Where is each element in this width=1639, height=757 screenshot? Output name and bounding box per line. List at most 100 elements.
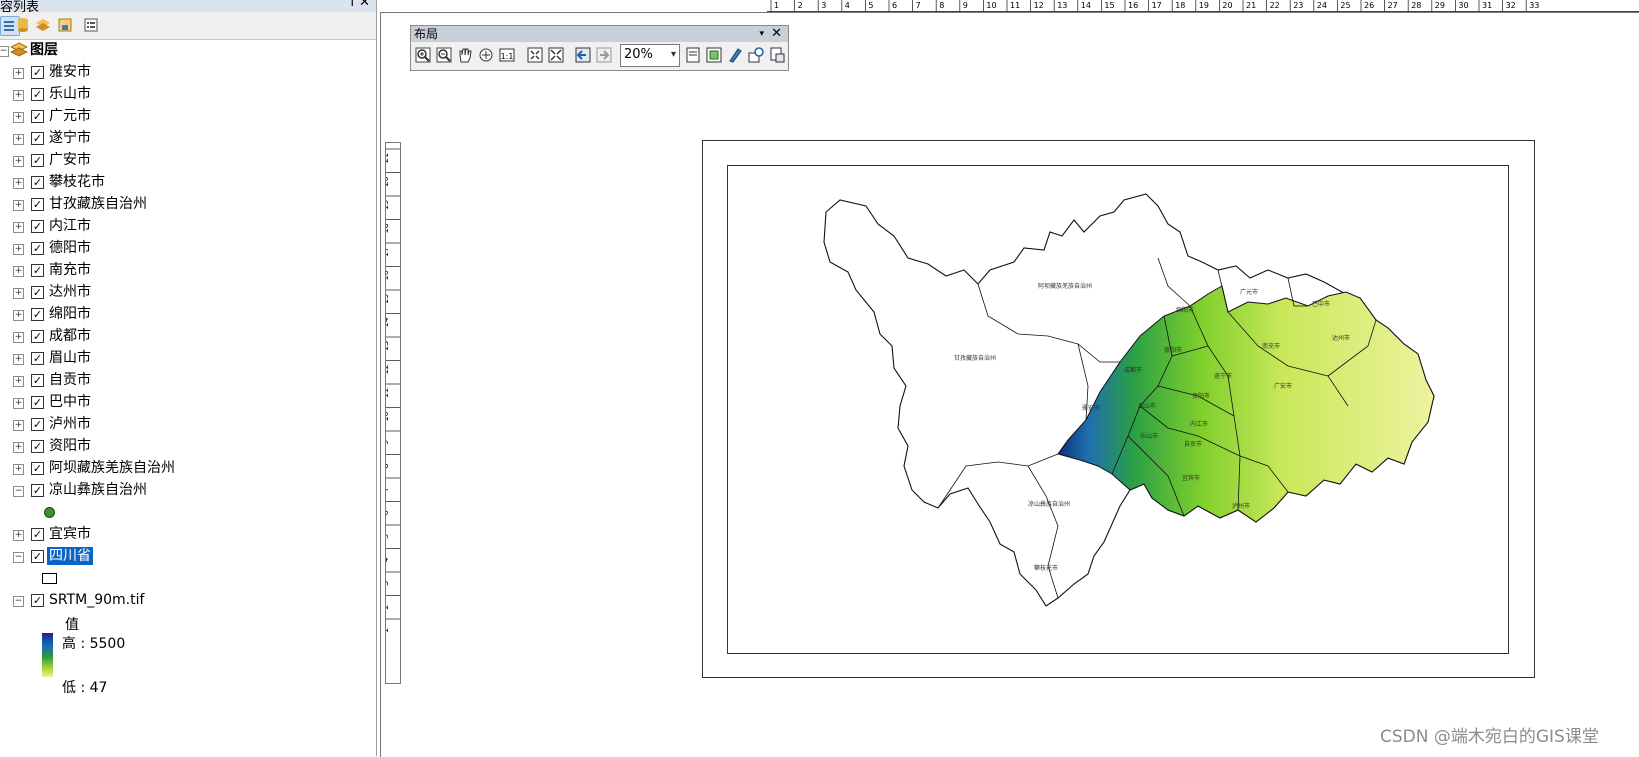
list-by-visibility-button[interactable]: [34, 16, 52, 34]
layer-visibility-checkbox[interactable]: ✓: [31, 374, 44, 387]
layer-label[interactable]: 四川省: [47, 547, 93, 565]
layer-visibility-checkbox[interactable]: ✓: [31, 550, 44, 563]
toolbar-menu-icon[interactable]: ▾: [759, 26, 764, 42]
layer-row[interactable]: + ✓ 广元市: [0, 106, 370, 128]
layer-visibility-checkbox[interactable]: ✓: [31, 242, 44, 255]
layer-row[interactable]: + ✓ 眉山市: [0, 348, 370, 370]
layer-row[interactable]: + ✓ 宜宾市: [0, 524, 370, 546]
expand-icon[interactable]: +: [13, 354, 24, 365]
layer-row[interactable]: + ✓ 内江市: [0, 216, 370, 238]
layer-visibility-checkbox[interactable]: ✓: [31, 154, 44, 167]
zoom-out-icon[interactable]: [435, 46, 453, 64]
layout-view[interactable]: 1 2 3 4 5 6 7 8 9 10 11 12 13 14 15 16 17 18 19 20 21 22 23 24 2…: [377, 0, 1639, 757]
layer-visibility-checkbox[interactable]: ✓: [31, 132, 44, 145]
layer-row[interactable]: + ✓ 遂宁市: [0, 128, 370, 150]
layer-row[interactable]: + ✓ 雅安市: [0, 62, 370, 84]
expand-icon[interactable]: +: [13, 420, 24, 431]
layer-label[interactable]: 内江市: [49, 217, 91, 235]
pan-icon[interactable]: [456, 46, 474, 64]
zoom-whole-page-icon[interactable]: [477, 46, 495, 64]
collapse-icon[interactable]: −: [13, 596, 24, 607]
fixed-zoom-in-icon[interactable]: [526, 46, 544, 64]
layer-row[interactable]: + ✓ 德阳市: [0, 238, 370, 260]
layer-row[interactable]: + ✓ 广安市: [0, 150, 370, 172]
toggle-draft-mode-icon[interactable]: [684, 46, 702, 64]
collapse-icon[interactable]: −: [13, 552, 24, 563]
pin-icon[interactable]: ꟾ: [350, 0, 354, 9]
layer-visibility-checkbox[interactable]: ✓: [31, 286, 44, 299]
expand-icon[interactable]: +: [13, 376, 24, 387]
layer-visibility-checkbox[interactable]: ✓: [31, 264, 44, 277]
zoom-in-icon[interactable]: [414, 46, 432, 64]
expand-icon[interactable]: +: [13, 112, 24, 123]
layer-visibility-checkbox[interactable]: ✓: [31, 308, 44, 321]
layer-row[interactable]: + ✓ 乐山市: [0, 84, 370, 106]
layer-row[interactable]: + ✓ 自贡市: [0, 370, 370, 392]
expand-icon[interactable]: +: [13, 398, 24, 409]
close-icon[interactable]: ✕: [359, 0, 370, 10]
layer-label[interactable]: 资阳市: [49, 437, 91, 455]
expand-icon[interactable]: +: [13, 68, 24, 79]
expand-icon[interactable]: +: [13, 200, 24, 211]
layer-label[interactable]: 宜宾市: [49, 525, 91, 543]
expand-icon[interactable]: +: [13, 222, 24, 233]
layer-label[interactable]: 眉山市: [49, 349, 91, 367]
expand-icon[interactable]: +: [13, 442, 24, 453]
layout-page[interactable]: 阿坝藏族羌族自治州 甘孜藏族自治州 凉山彝族自治州 攀枝花市 广元市 巴中市 绵…: [702, 140, 1535, 678]
layer-row[interactable]: + ✓ 成都市: [0, 326, 370, 348]
layer-visibility-checkbox[interactable]: ✓: [31, 418, 44, 431]
print-preview-icon[interactable]: [768, 46, 786, 64]
expand-icon[interactable]: +: [13, 244, 24, 255]
layer-row[interactable]: + ✓ 攀枝花市: [0, 172, 370, 194]
layer-label[interactable]: 泸州市: [49, 415, 91, 433]
list-by-selection-button[interactable]: [56, 16, 74, 34]
layer-label[interactable]: 绵阳市: [49, 305, 91, 323]
layer-label[interactable]: 南充市: [49, 261, 91, 279]
expand-icon[interactable]: +: [13, 178, 24, 189]
layer-visibility-checkbox[interactable]: ✓: [31, 528, 44, 541]
expand-icon[interactable]: +: [13, 530, 24, 541]
data-frame[interactable]: 阿坝藏族羌族自治州 甘孜藏族自治州 凉山彝族自治州 攀枝花市 广元市 巴中市 绵…: [727, 165, 1509, 654]
layer-row[interactable]: + ✓ 资阳市: [0, 436, 370, 458]
layer-visibility-checkbox[interactable]: ✓: [31, 330, 44, 343]
zoom-100-percent-icon[interactable]: 1:1: [498, 46, 516, 64]
layer-label[interactable]: 遂宁市: [49, 129, 91, 147]
layer-label[interactable]: 广元市: [49, 107, 91, 125]
expand-icon[interactable]: +: [13, 332, 24, 343]
chevron-down-icon[interactable]: ▾: [671, 46, 676, 64]
layer-row[interactable]: + ✓ 巴中市: [0, 392, 370, 414]
layer-label[interactable]: SRTM_90m.tif: [49, 591, 144, 609]
layer-visibility-checkbox[interactable]: ✓: [31, 198, 44, 211]
expand-icon[interactable]: +: [13, 134, 24, 145]
layer-label[interactable]: 阿坝藏族羌族自治州: [49, 459, 175, 477]
layer-row[interactable]: + ✓ 泸州市: [0, 414, 370, 436]
layer-visibility-checkbox[interactable]: ✓: [31, 352, 44, 365]
layer-label[interactable]: 乐山市: [49, 85, 91, 103]
list-by-source-button[interactable]: [14, 16, 32, 34]
layer-label[interactable]: 达州市: [49, 283, 91, 301]
layer-visibility-checkbox[interactable]: ✓: [31, 594, 44, 607]
collapse-icon[interactable]: −: [0, 46, 9, 57]
layer-visibility-checkbox[interactable]: ✓: [31, 484, 44, 497]
layer-row[interactable]: + ✓ 甘孜藏族自治州: [0, 194, 370, 216]
toolbar-close-icon[interactable]: ✕: [771, 26, 782, 42]
layer-row[interactable]: + ✓ 达州市: [0, 282, 370, 304]
layer-label[interactable]: 甘孜藏族自治州: [49, 195, 147, 213]
layer-row[interactable]: + ✓ 南充市: [0, 260, 370, 282]
layer-label[interactable]: 广安市: [49, 151, 91, 169]
layer-visibility-checkbox[interactable]: ✓: [31, 440, 44, 453]
layer-label[interactable]: 攀枝花市: [49, 173, 105, 191]
layer-visibility-checkbox[interactable]: ✓: [31, 66, 44, 79]
collapse-icon[interactable]: −: [13, 486, 24, 497]
zoom-percent-dropdown[interactable]: 20% ▾: [620, 44, 680, 67]
expand-icon[interactable]: +: [13, 266, 24, 277]
focus-data-frame-icon[interactable]: [705, 46, 723, 64]
layers-root[interactable]: − 图层: [0, 40, 370, 62]
fixed-zoom-out-icon[interactable]: [547, 46, 565, 64]
layer-visibility-checkbox[interactable]: ✓: [31, 176, 44, 189]
expand-icon[interactable]: +: [13, 156, 24, 167]
layer-label[interactable]: 巴中市: [49, 393, 91, 411]
layer-visibility-checkbox[interactable]: ✓: [31, 110, 44, 123]
previous-extent-icon[interactable]: [574, 46, 592, 64]
layer-visibility-checkbox[interactable]: ✓: [31, 220, 44, 233]
